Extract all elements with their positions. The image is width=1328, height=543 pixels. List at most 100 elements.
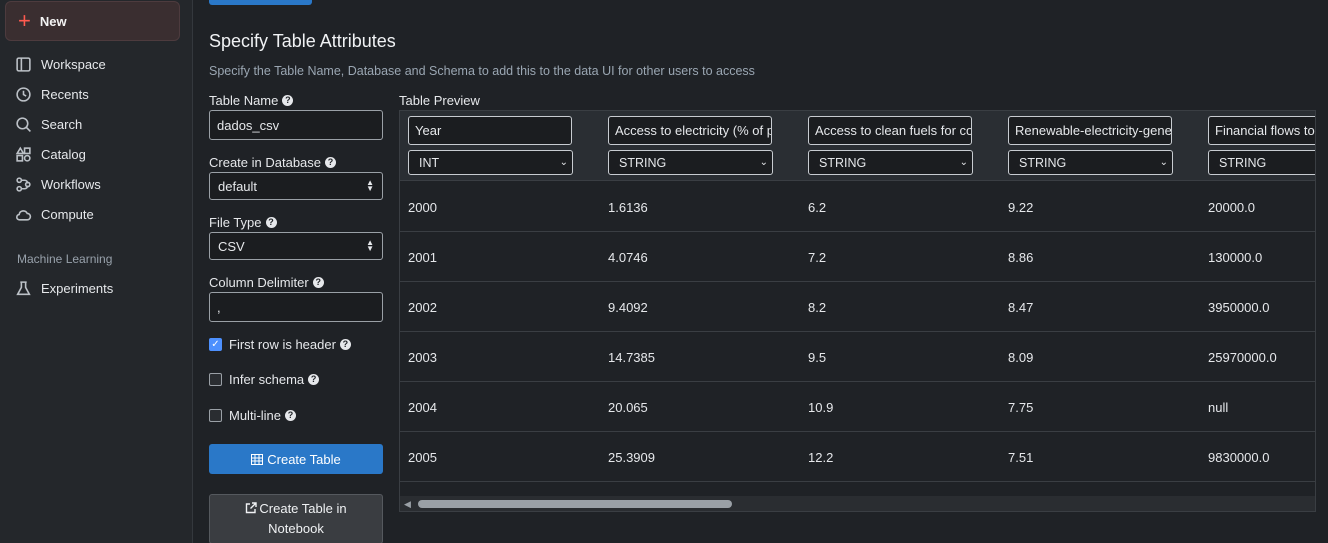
- column-name-input[interactable]: Access to clean fuels for co: [808, 116, 972, 145]
- table-cell: 9.22: [1008, 199, 1034, 215]
- sidebar-item-catalog[interactable]: Catalog: [15, 143, 86, 165]
- sidebar-item-search[interactable]: Search: [15, 113, 82, 135]
- chevron-down-icon: ⌄: [1159, 157, 1168, 168]
- page-title: Specify Table Attributes: [209, 31, 396, 51]
- help-icon[interactable]: ?: [285, 410, 297, 421]
- column-type-select[interactable]: STRING ⌄: [808, 150, 973, 175]
- scroll-left-icon[interactable]: ◀: [404, 499, 411, 510]
- table-cell: 25.3909: [608, 449, 655, 465]
- first-row-header-checkbox[interactable]: ✓ First row is header ?: [209, 337, 351, 352]
- sidebar-item-experiments[interactable]: Experiments: [15, 277, 113, 299]
- table-cell: 9830000.0: [1208, 449, 1270, 465]
- table-cell: 14.7385: [608, 349, 655, 365]
- flask-icon: [16, 280, 31, 295]
- cloud-icon: [16, 209, 32, 221]
- table-cell: 2000: [408, 199, 437, 215]
- sidebar-item-compute[interactable]: Compute: [15, 203, 94, 225]
- table-cell: 2002: [408, 299, 437, 315]
- column-type-value: INT: [419, 155, 440, 170]
- column-type-select[interactable]: INT ⌄: [408, 150, 573, 175]
- create-table-notebook-button[interactable]: Create Table in Notebook: [209, 494, 383, 543]
- delimiter-label-text: Column Delimiter: [209, 275, 309, 290]
- search-icon: [16, 116, 31, 132]
- column-name-input[interactable]: Financial flows to: [1208, 116, 1315, 145]
- sidebar-item-label: Experiments: [41, 280, 114, 296]
- external-link-icon: [246, 502, 258, 514]
- table-row: 2004 20.065 10.9 7.75 null: [400, 382, 1315, 432]
- infer-schema-label: Infer schema: [229, 372, 305, 387]
- database-select-value: default: [218, 178, 258, 194]
- column-type-select[interactable]: STRING ⌄: [1008, 150, 1173, 175]
- table-cell: 2001: [408, 249, 437, 265]
- table-name-input[interactable]: [209, 110, 383, 140]
- table-cell: 25970000.0: [1208, 349, 1277, 365]
- first-row-header-label: First row is header: [229, 337, 336, 352]
- sidebar-item-workflows[interactable]: Workflows: [15, 173, 101, 195]
- plus-icon: +: [18, 8, 31, 33]
- sidebar-item-label: Catalog: [41, 146, 86, 162]
- preview-header: Year INT ⌄ Access to electricity (% of p …: [400, 111, 1315, 181]
- chevron-down-icon: ⌄: [559, 157, 568, 168]
- checkbox-icon[interactable]: [209, 409, 222, 422]
- help-icon[interactable]: ?: [312, 277, 324, 288]
- page-subtitle: Specify the Table Name, Database and Sch…: [209, 64, 755, 78]
- delimiter-input[interactable]: [209, 292, 383, 322]
- database-label-text: Create in Database: [209, 155, 322, 170]
- help-icon[interactable]: ?: [325, 157, 337, 168]
- workspace-icon: [16, 56, 31, 72]
- table-row: 2000 1.6136 6.2 9.22 20000.0: [400, 182, 1315, 232]
- table-cell: 10.9: [808, 399, 834, 415]
- multiline-label: Multi-line: [229, 408, 282, 423]
- help-icon[interactable]: ?: [282, 95, 294, 106]
- new-button[interactable]: + New: [5, 1, 180, 41]
- infer-schema-checkbox[interactable]: Infer schema ?: [209, 372, 320, 387]
- column-name-input[interactable]: Year: [408, 116, 572, 145]
- help-icon[interactable]: ?: [308, 374, 320, 385]
- horizontal-scrollbar[interactable]: ◀: [400, 496, 1315, 511]
- column-type-value: STRING: [619, 155, 667, 170]
- section-machine-learning: Machine Learning: [17, 252, 113, 266]
- table-preview: Year INT ⌄ Access to electricity (% of p …: [399, 110, 1316, 512]
- sidebar-item-recents[interactable]: Recents: [15, 83, 89, 105]
- sidebar-item-label: Search: [41, 116, 83, 132]
- table-cell: 1.6136: [608, 199, 648, 215]
- table-cell: 7.75: [1008, 399, 1034, 415]
- multiline-checkbox[interactable]: Multi-line ?: [209, 408, 297, 423]
- table-row: 2003 14.7385 9.5 8.09 25970000.0: [400, 332, 1315, 382]
- column-type-select[interactable]: STRING: [1208, 150, 1315, 175]
- column-name-input[interactable]: Access to electricity (% of p: [608, 116, 772, 145]
- workflows-icon: [16, 176, 31, 192]
- table-cell: 8.86: [1008, 249, 1034, 265]
- file-type-label: File Type ?: [209, 215, 277, 230]
- file-type-select[interactable]: CSV ▲ ▼: [209, 232, 383, 260]
- updown-icon: ▲ ▼: [366, 178, 374, 193]
- top-button-stub[interactable]: [209, 0, 312, 5]
- table-name-label: Table Name ?: [209, 93, 294, 108]
- table-cell: 4.0746: [608, 249, 648, 265]
- table-cell: 2004: [408, 399, 437, 415]
- table-row: 2001 4.0746 7.2 8.86 130000.0: [400, 232, 1315, 282]
- database-select[interactable]: default ▲ ▼: [209, 172, 383, 200]
- checkbox-checked-icon[interactable]: ✓: [209, 338, 222, 351]
- scrollbar-thumb[interactable]: [418, 500, 732, 508]
- delimiter-label: Column Delimiter ?: [209, 275, 324, 290]
- help-icon[interactable]: ?: [339, 339, 351, 350]
- table-cell: 9.5: [808, 349, 827, 365]
- sidebar-item-workspace[interactable]: Workspace: [15, 53, 106, 75]
- table-cell: 8.2: [808, 299, 827, 315]
- checkbox-icon[interactable]: [209, 373, 222, 386]
- create-table-notebook-label-1: Create Table in: [259, 501, 347, 516]
- table-row: 2002 9.4092 8.2 8.47 3950000.0: [400, 282, 1315, 332]
- table-cell: 2003: [408, 349, 437, 365]
- create-table-button[interactable]: Create Table: [209, 444, 383, 474]
- table-cell: 3950000.0: [1208, 299, 1270, 315]
- table-cell: 6.2: [808, 199, 827, 215]
- table-cell: 130000.0: [1208, 249, 1263, 265]
- table-name-label-text: Table Name: [209, 93, 279, 108]
- column-name-input[interactable]: Renewable-electricity-gene: [1008, 116, 1172, 145]
- table-cell: 2005: [408, 449, 437, 465]
- table-cell: 9.4092: [608, 299, 648, 315]
- sidebar-item-label: Recents: [41, 86, 89, 102]
- help-icon[interactable]: ?: [265, 217, 277, 228]
- column-type-select[interactable]: STRING ⌄: [608, 150, 773, 175]
